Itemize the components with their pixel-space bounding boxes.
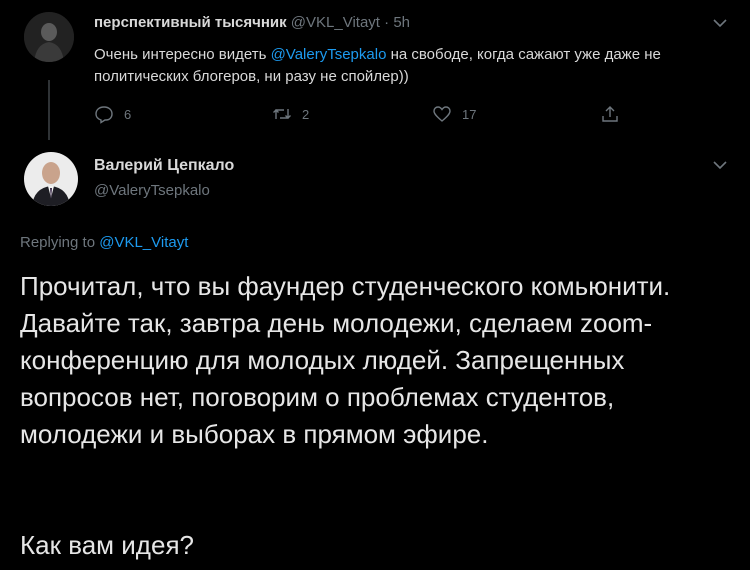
tweet1-separator: · (384, 14, 390, 31)
tweet2-author-name[interactable]: Валерий Цепкало (94, 157, 234, 175)
tweet1-actions: 6 2 17 (94, 104, 634, 124)
reply-button[interactable]: 6 (94, 104, 131, 124)
reply-count: 6 (124, 106, 132, 122)
tweet2-question: Как вам идея? (20, 530, 194, 560)
share-icon (602, 106, 618, 122)
like-button[interactable]: 17 (432, 104, 476, 124)
replying-to: Replying to @VKL_Vitayt (20, 234, 188, 251)
avatar-image (24, 12, 74, 62)
replying-prefix: Replying to (20, 234, 100, 251)
reply-icon (95, 106, 113, 124)
retweet-icon (273, 109, 291, 119)
retweet-button[interactable]: 2 (272, 104, 309, 124)
tweet1-author-name[interactable]: перспективный тысячник (94, 14, 287, 31)
tweet2-handle[interactable]: @ValeryTsepkalo (94, 182, 210, 199)
tweet1-time[interactable]: 5h (393, 14, 410, 31)
tweet1-text: Очень интересно видеть @ValeryTsepkalo н… (94, 44, 734, 88)
chevron-down-icon[interactable] (712, 160, 728, 170)
thread-line (48, 80, 50, 140)
tweet2-text: Прочитал, что вы фаундер студенческого к… (20, 268, 730, 453)
share-button[interactable] (600, 104, 620, 124)
like-count: 17 (462, 106, 477, 122)
tweet1-text-pre: Очень интересно видеть (94, 46, 271, 63)
tweet1-mention[interactable]: @ValeryTsepkalo (271, 46, 387, 63)
chevron-down-icon[interactable] (712, 18, 728, 28)
tweet2-paragraph: Прочитал, что вы фаундер студенческого к… (20, 271, 671, 449)
avatar-vkl-vitayt[interactable] (24, 12, 74, 62)
heart-icon (433, 106, 451, 122)
retweet-count: 2 (302, 106, 310, 122)
avatar-valery-tsepkalo[interactable] (24, 152, 78, 206)
tweet1-header: перспективный тысячник @VKL_Vitayt · 5h (94, 14, 410, 31)
avatar-image (24, 152, 78, 206)
replying-handle[interactable]: @VKL_Vitayt (99, 234, 188, 251)
tweet1-handle[interactable]: @VKL_Vitayt (291, 14, 380, 31)
